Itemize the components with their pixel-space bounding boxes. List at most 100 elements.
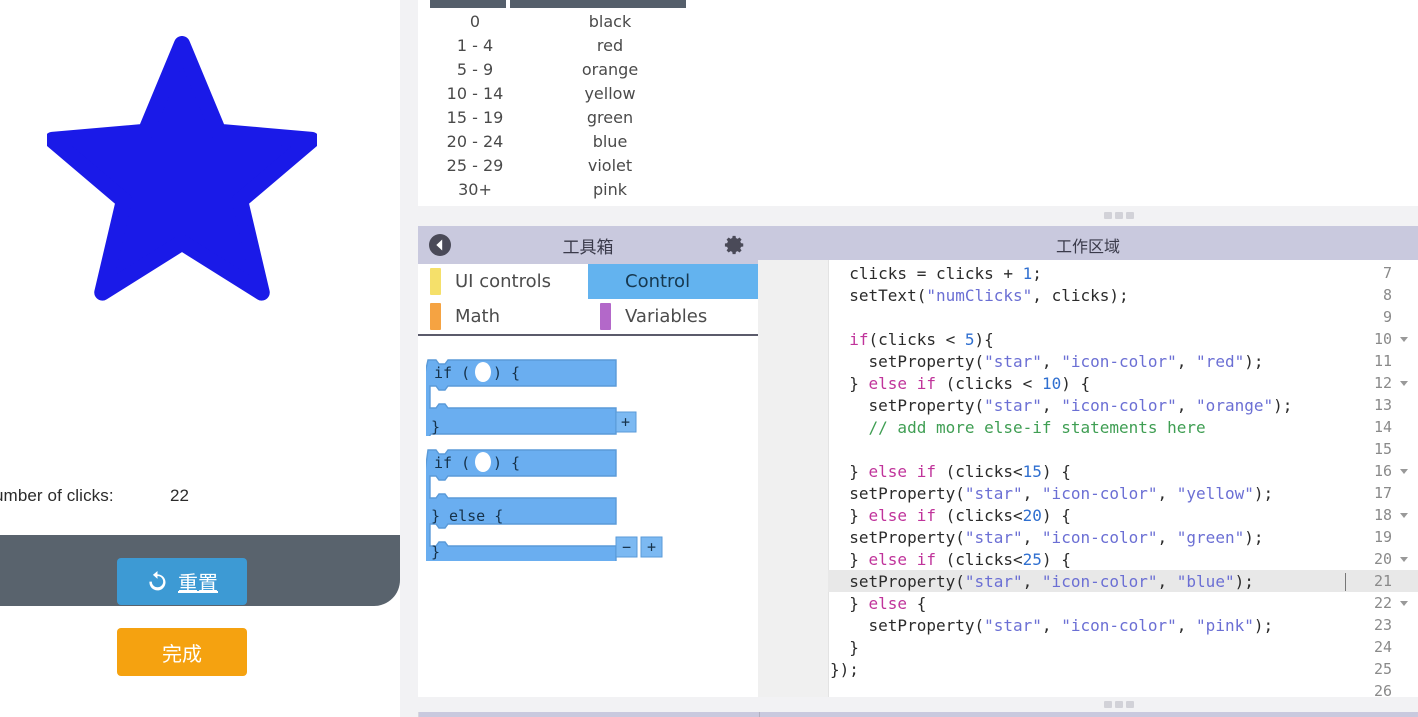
svg-text:+: + [647, 538, 656, 556]
code-line[interactable]: clicks = clicks + 1; [830, 263, 1042, 285]
code-fold-toggle[interactable] [1400, 557, 1408, 562]
line-number-gutter [758, 260, 829, 697]
toolbox-block-if[interactable]: if ( ) { } + [426, 356, 656, 436]
vertical-splitter[interactable] [400, 0, 816, 717]
code-line[interactable]: } else if (clicks<25) { [830, 549, 1071, 571]
table-row: 15 - 19 green [430, 105, 700, 129]
toolbox-header: 工具箱 [418, 226, 758, 264]
code-line[interactable]: } else if (clicks<15) { [830, 461, 1071, 483]
cell-color: orange [581, 59, 639, 79]
cell-color: violet [587, 155, 633, 175]
gear-icon[interactable] [724, 234, 746, 256]
clicks-readout: umber of clicks: 22 [0, 486, 400, 516]
app-preview-panel: umber of clicks: 22 重置 完成 [0, 0, 400, 717]
code-fold-toggle[interactable] [1400, 601, 1408, 606]
line-number: 22 [1373, 594, 1392, 612]
line-number: 12 [1373, 374, 1392, 392]
panel-divider [759, 712, 760, 717]
code-line[interactable]: // add more else-if statements here [830, 417, 1206, 439]
color-table: 0 black 1 - 4 red 5 - 9 orange 10 - 14 y… [430, 9, 700, 201]
finish-button[interactable]: 完成 [117, 628, 247, 676]
code-line[interactable]: }); [830, 659, 859, 681]
code-editor[interactable]: 7 clicks = clicks + 1; 8 setText("numClic… [758, 260, 1418, 697]
code-line[interactable]: setProperty("star", "icon-color", "red")… [830, 351, 1264, 373]
code-fold-toggle[interactable] [1400, 381, 1408, 386]
line-number: 10 [1373, 330, 1392, 348]
cell-range: 0 [469, 11, 481, 31]
code-line[interactable]: setText("numClicks", clicks); [830, 285, 1128, 307]
table-header-cell-color [510, 0, 686, 8]
toolbox-panel: 工具箱 UI controls Control Math Variables i… [418, 226, 759, 697]
app-canvas [0, 0, 400, 470]
table-header-cell-range [430, 0, 506, 8]
table-row: 5 - 9 orange [430, 57, 700, 81]
reset-button[interactable]: 重置 [117, 558, 247, 605]
handle-dot [1104, 701, 1112, 708]
code-line[interactable]: setProperty("star", "icon-color", "orang… [830, 395, 1293, 417]
svg-text:+: + [621, 413, 630, 431]
star-icon[interactable] [47, 36, 317, 306]
category-ui-controls[interactable]: UI controls [418, 264, 588, 299]
line-number: 11 [1373, 352, 1392, 370]
category-label: Variables [625, 306, 708, 327]
clicks-value: 22 [170, 486, 189, 505]
cell-range: 15 - 19 [446, 107, 504, 127]
code-line[interactable]: } else { [830, 593, 926, 615]
handle-dot [1126, 212, 1134, 219]
cell-color: black [588, 11, 632, 31]
line-number: 8 [1382, 286, 1392, 304]
handle-dot [1104, 212, 1112, 219]
refresh-icon [149, 570, 166, 591]
line-number: 13 [1373, 396, 1392, 414]
text-cursor [1345, 573, 1346, 591]
color-reference-table: 0 black 1 - 4 red 5 - 9 orange 10 - 14 y… [430, 0, 700, 201]
color-reference-panel: 0 black 1 - 4 red 5 - 9 orange 10 - 14 y… [418, 0, 1418, 206]
category-color-swatch [430, 268, 441, 295]
line-number: 23 [1373, 616, 1392, 634]
horizontal-splitter-top[interactable] [418, 206, 1418, 226]
code-line[interactable]: } [830, 637, 859, 659]
code-line[interactable]: } else if (clicks<20) { [830, 505, 1071, 527]
cell-color: red [596, 35, 624, 55]
horizontal-splitter-top-handle[interactable] [1104, 212, 1134, 219]
svg-text:} else {: } else { [431, 507, 503, 525]
category-math[interactable]: Math [418, 299, 588, 334]
code-fold-toggle[interactable] [1400, 513, 1408, 518]
line-number: 16 [1373, 462, 1392, 480]
toolbox-categories: UI controls Control Math Variables [418, 264, 758, 336]
line-number: 15 [1373, 440, 1392, 458]
cell-color: green [586, 107, 634, 127]
cell-range: 20 - 24 [446, 131, 504, 151]
line-number: 9 [1382, 308, 1392, 326]
code-line[interactable]: setProperty("star", "icon-color", "pink"… [830, 615, 1274, 637]
cell-range: 25 - 29 [446, 155, 504, 175]
code-fold-toggle[interactable] [1400, 469, 1408, 474]
svg-text:) {: ) { [493, 364, 520, 382]
code-line[interactable]: if(clicks < 5){ [830, 329, 994, 351]
category-label: Math [455, 306, 501, 327]
code-line[interactable]: setProperty("star", "icon-color", "green… [830, 527, 1263, 549]
line-number: 21 [1373, 572, 1392, 590]
line-number: 17 [1373, 484, 1392, 502]
category-label: Control [625, 271, 691, 292]
line-number: 24 [1373, 638, 1392, 656]
toolbox-block-if-else[interactable]: if ( ) { } else { } − + [426, 446, 686, 561]
category-control[interactable]: Control [588, 264, 758, 299]
table-row: 10 - 14 yellow [430, 81, 700, 105]
svg-text:if (: if ( [434, 364, 470, 382]
svg-text:) {: ) { [493, 454, 520, 472]
table-row: 25 - 29 violet [430, 153, 700, 177]
workspace-panel: 工作区域 7 clicks = clicks + 1; 8 setText("nu… [758, 226, 1418, 697]
svg-text:}: } [431, 543, 440, 561]
cell-range: 10 - 14 [446, 83, 504, 103]
line-number: 25 [1373, 660, 1392, 678]
code-fold-toggle[interactable] [1400, 337, 1408, 342]
handle-dot [1115, 701, 1123, 708]
category-variables[interactable]: Variables [588, 299, 758, 334]
horizontal-splitter-bottom-handle[interactable] [1104, 701, 1134, 708]
code-line[interactable]: } else if (clicks < 10) { [830, 373, 1090, 395]
cell-range: 30+ [458, 179, 492, 199]
code-line[interactable]: setProperty("star", "icon-color", "blue"… [830, 571, 1254, 593]
code-line[interactable]: setProperty("star", "icon-color", "yello… [830, 483, 1273, 505]
horizontal-splitter-bottom[interactable] [418, 697, 1418, 712]
